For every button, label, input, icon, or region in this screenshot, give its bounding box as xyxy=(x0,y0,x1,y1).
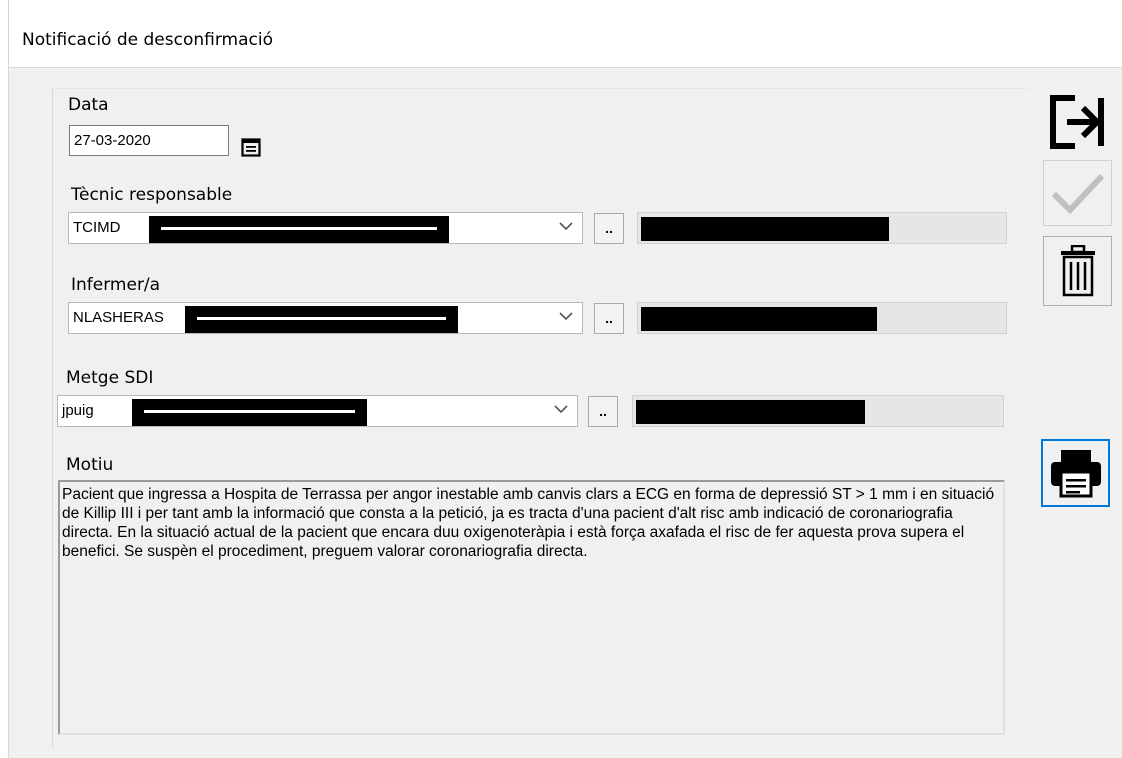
delete-button[interactable] xyxy=(1043,236,1112,306)
motiu-textarea[interactable]: Pacient que ingressa a Hospita de Terras… xyxy=(58,480,1005,735)
date-input[interactable]: 27-03-2020 xyxy=(69,125,229,156)
data-label: Data xyxy=(68,95,109,115)
redacted-name xyxy=(149,216,449,243)
metge-name-field xyxy=(632,395,1004,427)
tecnic-code: TCIMD xyxy=(73,219,121,236)
redacted-name xyxy=(636,400,865,424)
redacted-name xyxy=(641,307,877,331)
metge-lookup-button[interactable]: .. xyxy=(588,396,618,427)
metge-label: Metge SDI xyxy=(66,368,154,388)
chevron-down-icon xyxy=(554,405,568,414)
metge-select[interactable]: jpuig xyxy=(57,395,578,427)
print-button[interactable] xyxy=(1041,439,1110,507)
date-value: 27-03-2020 xyxy=(74,132,151,149)
redacted-name xyxy=(641,217,889,241)
motiu-text: Pacient que ingressa a Hospita de Terras… xyxy=(62,486,995,560)
infermer-select[interactable]: NLASHERAS xyxy=(68,302,583,334)
calendar-button[interactable] xyxy=(237,133,265,161)
tecnic-label: Tècnic responsable xyxy=(71,185,233,205)
infermer-name-field xyxy=(637,302,1007,334)
chevron-down-icon xyxy=(559,312,573,321)
infermer-code: NLASHERAS xyxy=(73,309,164,326)
confirm-button[interactable] xyxy=(1043,160,1112,226)
window-left-border xyxy=(0,0,9,758)
motiu-label: Motiu xyxy=(66,455,114,475)
exit-button[interactable] xyxy=(1042,90,1112,154)
printer-icon xyxy=(1050,450,1101,498)
trash-icon xyxy=(1060,245,1095,297)
metge-code: jpuig xyxy=(62,402,94,419)
infermer-label: Infermer/a xyxy=(71,275,161,295)
window-title: Notificació de desconfirmació xyxy=(22,30,273,50)
chevron-down-icon xyxy=(559,222,573,231)
redacted-name xyxy=(132,399,367,426)
calendar-icon xyxy=(241,138,261,157)
redacted-name xyxy=(185,306,458,333)
tecnic-select[interactable]: TCIMD xyxy=(68,212,583,244)
check-icon xyxy=(1051,173,1104,215)
infermer-lookup-button[interactable]: .. xyxy=(594,303,624,334)
tecnic-lookup-button[interactable]: .. xyxy=(594,213,624,244)
exit-icon xyxy=(1050,95,1104,149)
tecnic-name-field xyxy=(637,212,1007,244)
